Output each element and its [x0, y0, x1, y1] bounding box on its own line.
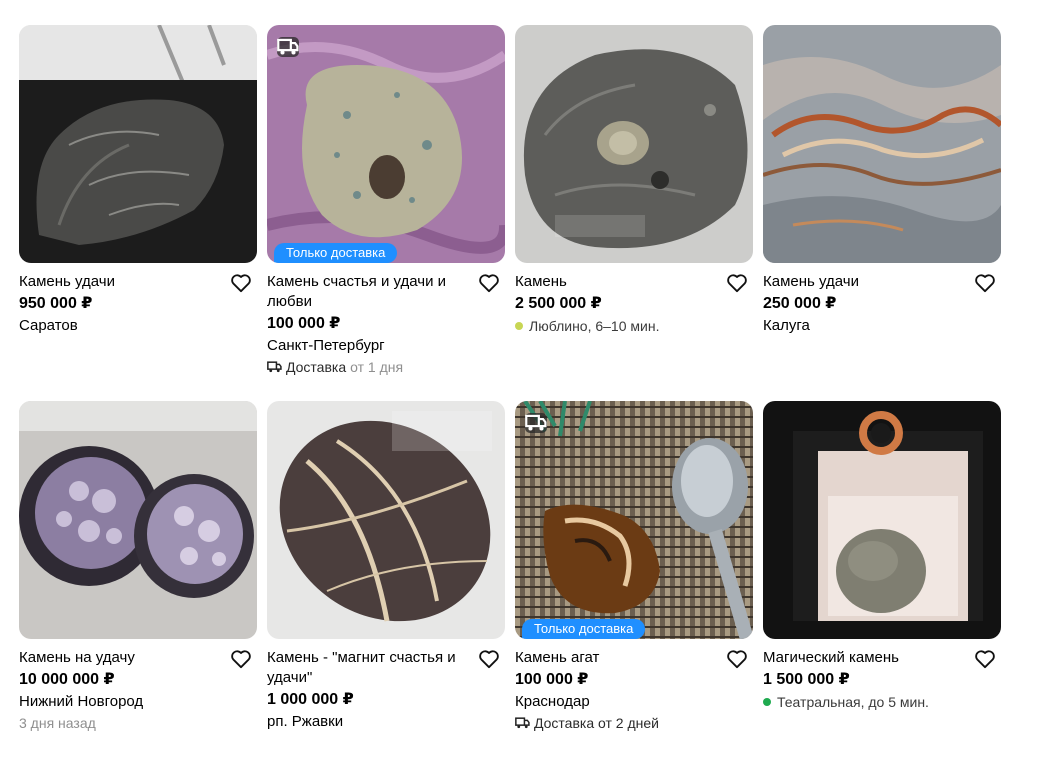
- listing-card[interactable]: Камень - "магнит счастья и удачи" 1 000 …: [267, 401, 505, 766]
- stone-photo-image: [267, 25, 505, 263]
- delivery-label: Доставка: [286, 359, 347, 375]
- listing-photo[interactable]: [19, 401, 257, 639]
- stone-photo-image: [19, 25, 257, 263]
- delivery-info: Доставка от 1 дня: [267, 357, 475, 377]
- listing-date: 3 дня назад: [19, 715, 96, 731]
- listing-price: 250 000 ₽: [763, 295, 837, 312]
- listing-card[interactable]: Магический камень 1 500 000 ₽ Театральна…: [763, 401, 1001, 766]
- listing-price: 100 000 ₽: [267, 315, 341, 332]
- listing-card[interactable]: Камень 2 500 000 ₽ Люблино, 6–10 мин.: [515, 25, 753, 401]
- stone-box-photo-image: [763, 401, 1001, 639]
- listing-photo[interactable]: [267, 401, 505, 639]
- heart-outline-icon[interactable]: [478, 273, 500, 293]
- truck-icon: [525, 414, 547, 431]
- listings-grid: Камень удачи 950 000 ₽ Саратов Только до…: [19, 25, 1001, 766]
- metro-station: Люблино, 6–10 мин.: [529, 318, 660, 334]
- listing-title[interactable]: Камень удачи: [763, 272, 971, 292]
- metro-info: Люблино, 6–10 мин.: [515, 316, 723, 336]
- listing-photo[interactable]: [515, 25, 753, 263]
- delivery-chip: [525, 413, 547, 433]
- heart-outline-icon[interactable]: [726, 649, 748, 669]
- metro-info: Театральная, до 5 мин.: [763, 692, 971, 712]
- delivery-chip: [277, 37, 299, 57]
- delivery-info: Доставка от 2 дней: [515, 713, 723, 733]
- heart-outline-icon[interactable]: [230, 273, 252, 293]
- heart-outline-icon[interactable]: [974, 273, 996, 293]
- listing-price: 1 000 000 ₽: [267, 691, 354, 708]
- listing-price: 100 000 ₽: [515, 671, 589, 688]
- listing-price: 2 500 000 ₽: [515, 295, 602, 312]
- metro-station: Театральная, до 5 мин.: [777, 694, 929, 710]
- stone-photo-image: [763, 25, 1001, 263]
- listing-photo[interactable]: [763, 25, 1001, 263]
- delivery-only-badge: Только доставка: [522, 619, 646, 639]
- heart-outline-icon[interactable]: [478, 649, 500, 669]
- listing-card[interactable]: Камень на удачу 10 000 000 ₽ Нижний Новг…: [19, 401, 257, 766]
- listing-card[interactable]: Только доставка Камень агат 100 000 ₽ Кр…: [515, 401, 753, 766]
- heart-outline-icon[interactable]: [230, 649, 252, 669]
- listing-title[interactable]: Камень: [515, 272, 723, 292]
- geode-photo-image: [19, 401, 257, 639]
- listing-title[interactable]: Камень агат: [515, 648, 723, 668]
- listing-location: Калуга: [763, 317, 810, 334]
- listing-location: Краснодар: [515, 693, 590, 710]
- delivery-only-badge: Только доставка: [274, 243, 398, 263]
- metro-line-dot: [515, 322, 523, 330]
- listing-card[interactable]: Камень удачи 250 000 ₽ Калуга: [763, 25, 1001, 401]
- agate-photo-image: [515, 401, 753, 639]
- listing-title[interactable]: Камень удачи: [19, 272, 227, 292]
- listing-card[interactable]: Камень удачи 950 000 ₽ Саратов: [19, 25, 257, 401]
- listing-photo[interactable]: Только доставка: [267, 25, 505, 263]
- truck-icon: [267, 361, 282, 373]
- listing-location: Саратов: [19, 317, 78, 334]
- listing-title[interactable]: Магический камень: [763, 648, 971, 668]
- listing-price: 950 000 ₽: [19, 295, 93, 312]
- heart-outline-icon[interactable]: [726, 273, 748, 293]
- stone-photo-image: [515, 25, 753, 263]
- listing-price: 10 000 000 ₽: [19, 671, 115, 688]
- listing-photo[interactable]: Только доставка: [515, 401, 753, 639]
- truck-icon: [515, 717, 530, 729]
- listing-location: рп. Ржавки: [267, 713, 344, 730]
- listing-title[interactable]: Камень - "магнит счастья и удачи": [267, 648, 475, 688]
- listing-price: 1 500 000 ₽: [763, 671, 850, 688]
- listing-title[interactable]: Камень счастья и удачи и любви: [267, 272, 475, 312]
- listing-location: Санкт-Петербург: [267, 337, 385, 354]
- listing-card[interactable]: Только доставка Камень счастья и удачи и…: [267, 25, 505, 401]
- listing-title[interactable]: Камень на удачу: [19, 648, 227, 668]
- delivery-label: Доставка от 2 дней: [534, 715, 659, 731]
- stone-photo-image: [267, 401, 505, 639]
- heart-outline-icon[interactable]: [974, 649, 996, 669]
- metro-line-dot: [763, 698, 771, 706]
- truck-icon: [277, 38, 299, 55]
- listing-photo[interactable]: [19, 25, 257, 263]
- listing-location: Нижний Новгород: [19, 693, 144, 710]
- delivery-time: от 1 дня: [350, 359, 404, 375]
- listing-photo[interactable]: [763, 401, 1001, 639]
